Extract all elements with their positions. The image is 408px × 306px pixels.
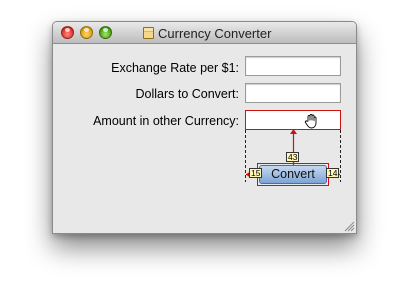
left-distance-badge: 15: [249, 168, 263, 178]
convert-button[interactable]: Convert: [259, 165, 327, 184]
currency-converter-window: Currency Converter Exchange Rate per $1:…: [52, 21, 357, 234]
open-hand-icon: [304, 114, 317, 129]
right-distance-badge: 14: [326, 168, 340, 178]
vertical-distance-badge: 43: [286, 152, 300, 162]
resize-grip-icon[interactable]: [343, 220, 355, 232]
vertical-arrow-head: [290, 129, 297, 134]
